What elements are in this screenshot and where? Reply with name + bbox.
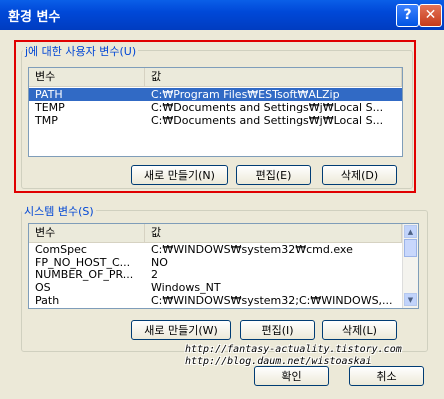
column-header-variable[interactable]: 변수: [29, 68, 145, 86]
user-variables-list[interactable]: 변수 값 PATH C:₩Program Files₩ESTsoft₩ALZip…: [28, 67, 403, 157]
user-edit-button[interactable]: 편집(E): [236, 165, 311, 185]
ok-button[interactable]: 확인: [254, 366, 329, 386]
user-new-button[interactable]: 새로 만들기(N): [131, 165, 228, 185]
system-delete-button[interactable]: 삭제(L): [322, 320, 397, 340]
list-header: 변수 값: [29, 224, 402, 243]
title-bar[interactable]: 환경 변수 ? ✕: [0, 0, 444, 30]
variable-name: PATH: [35, 88, 63, 101]
scroll-up-icon[interactable]: ▲: [404, 225, 417, 238]
system-variables-list[interactable]: 변수 값 ComSpec C:₩WINDOWS₩system32₩cmd.exe…: [28, 223, 419, 309]
list-row[interactable]: NUMBER_OF_PR... 2: [29, 268, 402, 281]
variable-name: ComSpec: [35, 243, 87, 256]
variable-value: Windows_NT: [151, 281, 221, 294]
column-header-value[interactable]: 값: [145, 224, 402, 242]
variable-name: TMP: [35, 114, 58, 127]
column-header-value[interactable]: 값: [145, 68, 402, 86]
variable-name: TEMP: [35, 101, 65, 114]
column-header-variable[interactable]: 변수: [29, 224, 145, 242]
variable-value: 2: [151, 268, 158, 281]
system-new-button[interactable]: 새로 만들기(W): [131, 320, 231, 340]
system-variables-label: 시스템 변수(S): [22, 203, 96, 219]
variable-name: Path: [35, 294, 60, 307]
variable-name: NUMBER_OF_PR...: [35, 268, 134, 281]
cancel-button[interactable]: 취소: [349, 366, 424, 386]
list-row[interactable]: TEMP C:₩Documents and Settings₩j₩Local S…: [29, 101, 402, 114]
user-delete-button[interactable]: 삭제(D): [322, 165, 397, 185]
system-edit-button[interactable]: 편집(I): [240, 320, 315, 340]
variable-name: OS: [35, 281, 51, 294]
variable-value: C:₩Documents and Settings₩j₩Local S...: [151, 101, 384, 114]
variable-value: C:₩WINDOWS₩system32₩cmd.exe: [151, 243, 353, 256]
list-row[interactable]: Path C:₩WINDOWS₩system32;C:₩WINDOWS,...: [29, 294, 402, 307]
watermark-line-2: http://blog.daum.net/wistoaskai: [185, 356, 372, 367]
variable-value: C:₩WINDOWS₩system32;C:₩WINDOWS,...: [151, 294, 393, 307]
vertical-scrollbar[interactable]: ▲ ▼: [402, 224, 418, 308]
scroll-down-icon[interactable]: ▼: [404, 293, 417, 306]
list-header: 변수 값: [29, 68, 402, 87]
variable-value: C:₩Documents and Settings₩j₩Local S...: [151, 114, 384, 127]
watermark-line-1: http://fantasy-actuality.tistory.com: [185, 344, 402, 355]
list-row[interactable]: TMP C:₩Documents and Settings₩j₩Local S.…: [29, 114, 402, 127]
window-title: 환경 변수: [8, 10, 61, 25]
help-button[interactable]: ?: [396, 4, 419, 27]
close-button[interactable]: ✕: [419, 4, 442, 27]
list-row[interactable]: ComSpec C:₩WINDOWS₩system32₩cmd.exe: [29, 243, 402, 256]
scroll-thumb[interactable]: [404, 239, 417, 257]
environment-variables-dialog: 환경 변수 ? ✕ j에 대한 사용자 변수(U) 변수 값 PATH C:₩P…: [0, 0, 444, 399]
list-row[interactable]: PATH C:₩Program Files₩ESTsoft₩ALZip: [29, 88, 402, 101]
list-row[interactable]: OS Windows_NT: [29, 281, 402, 294]
variable-value: C:₩Program Files₩ESTsoft₩ALZip: [151, 88, 340, 101]
